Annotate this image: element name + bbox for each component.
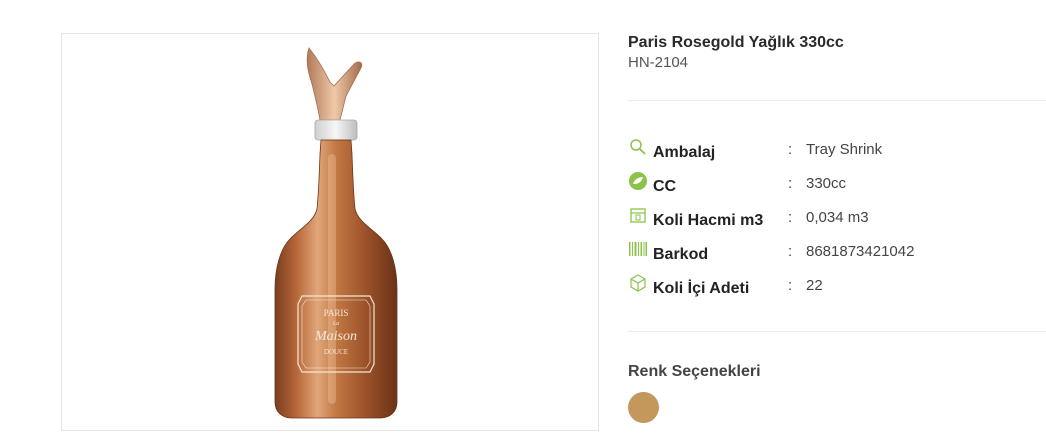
color-swatch-rosegold[interactable]: [628, 392, 659, 423]
spec-value: 0,034 m3: [806, 209, 869, 226]
leaf-badge-icon: [628, 171, 648, 191]
spec-row-ambalaj: Ambalaj : Tray Shrink: [628, 137, 1046, 171]
divider: [628, 100, 1046, 101]
spec-colon: :: [788, 243, 793, 260]
spec-colon: :: [788, 209, 793, 226]
svg-text:Maison: Maison: [314, 329, 357, 344]
svg-text:PARIS: PARIS: [324, 308, 349, 318]
spec-value: 330cc: [806, 175, 847, 192]
spec-colon: :: [788, 141, 793, 158]
spec-value: 22: [806, 277, 823, 294]
product-code: HN-2104: [628, 54, 689, 71]
spec-row-cc: CC : 330cc: [628, 171, 1046, 205]
color-options-title: Renk Seçenekleri: [628, 363, 761, 380]
spec-row-barkod: Barkod : 8681873421042: [628, 239, 1046, 273]
divider: [628, 331, 1046, 332]
svg-text:La: La: [332, 321, 339, 327]
product-info: Paris Rosegold Yağlık 330cc HN-2104 Amba…: [628, 33, 1046, 423]
product-image-frame[interactable]: PARIS La Maison DOUCE: [61, 33, 599, 431]
spec-value: 8681873421042: [806, 243, 915, 260]
spec-row-koli-ici-adeti: Koli İçi Adeti : 22: [628, 273, 1046, 307]
barcode-icon: [628, 239, 648, 259]
spec-list: Ambalaj : Tray Shrink CC : 330cc Koli Ha…: [628, 137, 1046, 307]
product-image: PARIS La Maison DOUCE: [274, 47, 398, 419]
box-icon: [628, 205, 648, 225]
search-icon: [628, 137, 648, 157]
spec-label: Barkod: [653, 246, 709, 263]
spec-row-koli-hacmi: Koli Hacmi m3 : 0,034 m3: [628, 205, 1046, 239]
spec-colon: :: [788, 175, 793, 192]
spec-label: CC: [653, 178, 677, 195]
package-icon: [628, 273, 648, 293]
spec-label: Ambalaj: [653, 144, 716, 161]
spec-label: Koli İçi Adeti: [653, 280, 750, 297]
spec-value: Tray Shrink: [806, 141, 883, 158]
svg-text:DOUCE: DOUCE: [324, 348, 348, 356]
spec-label: Koli Hacmi m3: [653, 212, 764, 229]
spec-colon: :: [788, 277, 793, 294]
product-title: Paris Rosegold Yağlık 330cc: [628, 34, 844, 51]
